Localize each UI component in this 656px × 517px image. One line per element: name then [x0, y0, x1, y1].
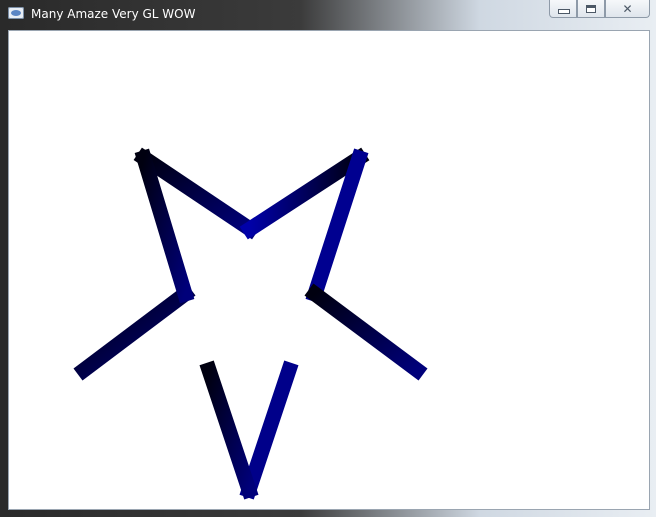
app-icon[interactable]	[8, 7, 24, 19]
gl-canvas[interactable]	[8, 30, 650, 510]
star-edge	[304, 283, 428, 381]
maximize-button[interactable]	[577, 0, 605, 18]
title-bar[interactable]: Many Amaze Very GL WOW ✕	[0, 0, 656, 27]
minimize-icon	[559, 10, 569, 13]
app-window: Many Amaze Very GL WOW ✕	[0, 0, 656, 517]
maximize-icon	[586, 5, 596, 13]
star-edge	[199, 360, 259, 500]
star-drawing	[73, 147, 428, 500]
minimize-button[interactable]	[549, 0, 577, 18]
window-title: Many Amaze Very GL WOW	[31, 7, 196, 21]
window-controls: ✕	[549, 0, 650, 19]
star-edge	[239, 360, 299, 500]
close-button[interactable]: ✕	[605, 0, 650, 18]
close-icon: ✕	[622, 2, 633, 16]
star-edge	[73, 283, 196, 381]
